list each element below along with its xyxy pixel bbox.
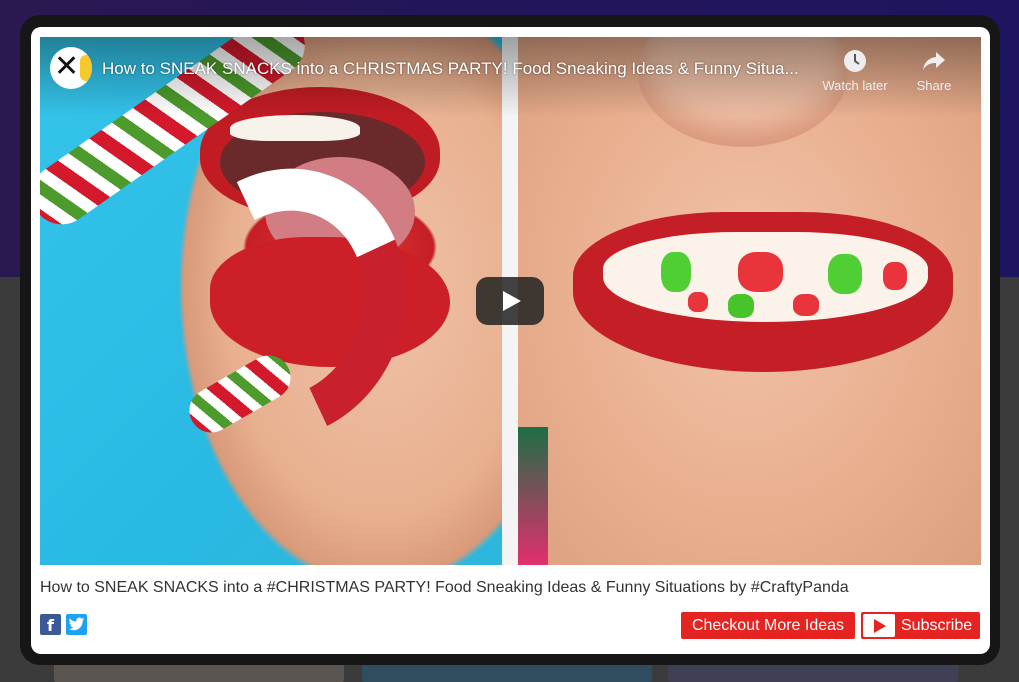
video-modal: ✕ How to SNEAK SNACKS into a CHRISTMAS P…	[31, 27, 990, 654]
share-arrow-icon	[895, 49, 973, 75]
play-button[interactable]	[476, 277, 544, 325]
subscribe-label: Subscribe	[901, 617, 973, 634]
video-title[interactable]: How to SNEAK SNACKS into a CHRISTMAS PAR…	[102, 59, 812, 79]
facebook-share-icon[interactable]: f	[40, 614, 61, 635]
video-player[interactable]: ✕ How to SNEAK SNACKS into a CHRISTMAS P…	[40, 37, 981, 565]
subscribe-button[interactable]: Subscribe	[861, 612, 980, 639]
video-caption: How to SNEAK SNACKS into a #CHRISTMAS PA…	[40, 579, 849, 596]
checkout-more-ideas-button[interactable]: Checkout More Ideas	[681, 612, 855, 639]
share-label: Share	[916, 78, 952, 93]
channel-avatar[interactable]: ✕	[50, 47, 92, 89]
clock-icon	[816, 49, 894, 75]
twitter-share-icon[interactable]	[66, 614, 87, 635]
youtube-icon	[863, 614, 895, 637]
watch-later-label: Watch later	[822, 78, 888, 93]
share-button[interactable]: Share	[895, 49, 973, 93]
watch-later-button[interactable]: Watch later	[816, 49, 894, 93]
